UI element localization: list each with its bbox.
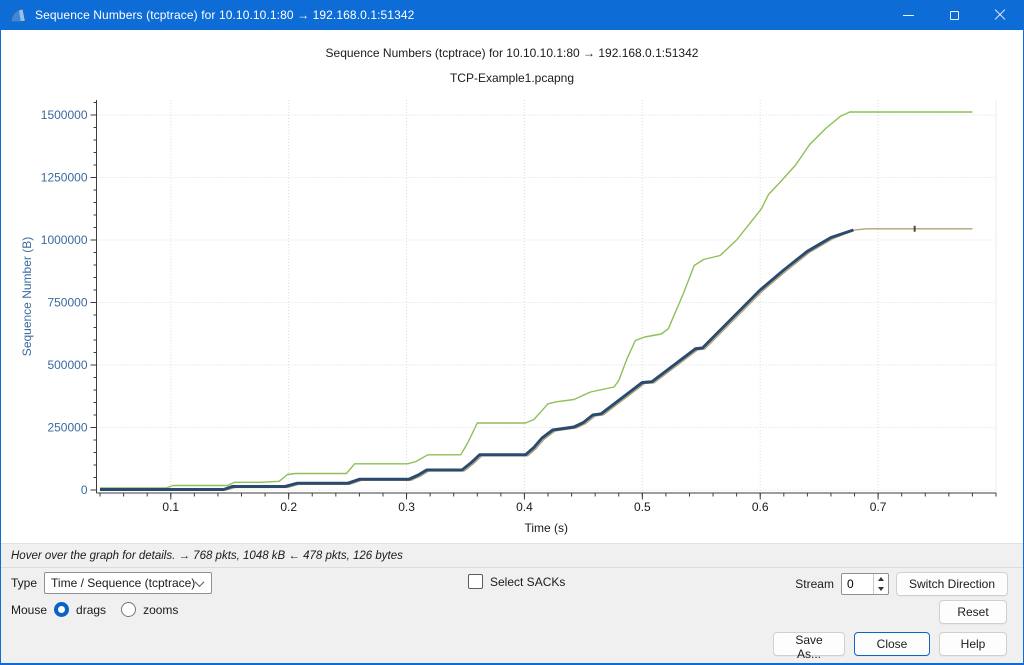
stream-input[interactable] xyxy=(842,574,873,594)
chart-subtitle: TCP-Example1.pcapng xyxy=(1,71,1023,85)
svg-text:1500000: 1500000 xyxy=(41,108,88,122)
stream-label: Stream xyxy=(795,577,834,591)
stream-spin-arrows xyxy=(873,574,888,594)
series-receive-window xyxy=(100,112,972,488)
maximize-button[interactable] xyxy=(931,0,977,30)
close-dialog-button[interactable]: Close xyxy=(854,632,930,656)
tcptrace-graph-window: Sequence Numbers (tcptrace) for 10.10.10… xyxy=(0,0,1024,665)
stream-increment-button[interactable] xyxy=(874,574,888,584)
minimize-button[interactable] xyxy=(885,0,931,30)
stream-spinbox xyxy=(841,573,889,595)
controls-row-2: Mouse drags zooms Reset xyxy=(1,598,1023,628)
triangle-down-icon xyxy=(878,587,884,591)
svg-text:Time (s): Time (s) xyxy=(524,521,568,535)
hover-hint-text: Hover over the graph for details. → 768 … xyxy=(1,544,1023,568)
chart-area: Sequence Numbers (tcptrace) for 10.10.10… xyxy=(1,30,1023,543)
svg-text:0: 0 xyxy=(81,483,88,497)
svg-text:Sequence Number (B): Sequence Number (B) xyxy=(20,237,34,356)
mouse-label: Mouse xyxy=(11,603,47,617)
select-sacks-label: Select SACKs xyxy=(490,575,565,589)
maximize-icon xyxy=(950,11,959,20)
window-controls xyxy=(885,0,1023,30)
svg-text:0.6: 0.6 xyxy=(752,500,769,514)
svg-text:0.2: 0.2 xyxy=(280,500,297,514)
mouse-zooms-label: zooms xyxy=(143,603,178,617)
type-label: Type xyxy=(11,576,37,590)
tcptrace-plot[interactable]: 0.1 0.2 0.3 0.4 0.5 0.6 0.7 0 250000 500000 750000… xyxy=(1,95,1024,543)
mouse-zooms-radio[interactable] xyxy=(121,602,136,617)
svg-text:750000: 750000 xyxy=(47,296,87,310)
graph-type-dropdown[interactable]: Time / Sequence (tcptrace) xyxy=(44,572,212,594)
reset-wrap: Reset xyxy=(939,600,1007,624)
minimize-icon xyxy=(903,15,914,16)
close-icon xyxy=(994,9,1006,21)
series-ack-line xyxy=(100,229,972,490)
chevron-down-icon xyxy=(195,577,205,587)
select-sacks-checkbox[interactable] xyxy=(468,574,483,589)
switch-direction-button[interactable]: Switch Direction xyxy=(896,572,1008,596)
svg-text:500000: 500000 xyxy=(47,358,87,372)
help-button[interactable]: Help xyxy=(939,632,1007,656)
mouse-drags-label: drags xyxy=(76,603,106,617)
svg-text:1000000: 1000000 xyxy=(41,233,88,247)
controls-panel: Hover over the graph for details. → 768 … xyxy=(1,543,1023,663)
svg-text:0.5: 0.5 xyxy=(634,500,651,514)
svg-text:0.3: 0.3 xyxy=(398,500,415,514)
svg-text:0.4: 0.4 xyxy=(516,500,533,514)
close-button[interactable] xyxy=(977,0,1023,30)
svg-text:0.7: 0.7 xyxy=(870,500,887,514)
titlebar: Sequence Numbers (tcptrace) for 10.10.10… xyxy=(1,0,1023,30)
svg-text:0.1: 0.1 xyxy=(162,500,179,514)
sacks-group: Select SACKs xyxy=(468,574,565,589)
triangle-up-icon xyxy=(878,577,884,581)
save-as-button[interactable]: Save As... xyxy=(773,632,845,656)
window-title: Sequence Numbers (tcptrace) for 10.10.10… xyxy=(35,8,414,22)
stream-decrement-button[interactable] xyxy=(874,584,888,594)
graph-type-value: Time / Sequence (tcptrace) xyxy=(51,576,195,590)
series-tcp-segments xyxy=(100,230,853,490)
reset-button[interactable]: Reset xyxy=(939,600,1007,624)
chart-title: Sequence Numbers (tcptrace) for 10.10.10… xyxy=(1,46,1023,60)
mouse-group: Mouse drags zooms xyxy=(11,602,178,617)
svg-text:1250000: 1250000 xyxy=(41,171,88,185)
mouse-drags-radio[interactable] xyxy=(54,602,69,617)
type-group: Type Time / Sequence (tcptrace) xyxy=(11,572,212,594)
dialog-button-row: Save As... Close Help xyxy=(1,628,1023,656)
wireshark-fin-icon xyxy=(10,7,27,24)
controls-row-1: Type Time / Sequence (tcptrace) Select S… xyxy=(1,568,1023,598)
stream-group: Stream Switch Direction xyxy=(795,572,1008,596)
svg-text:250000: 250000 xyxy=(47,421,87,435)
